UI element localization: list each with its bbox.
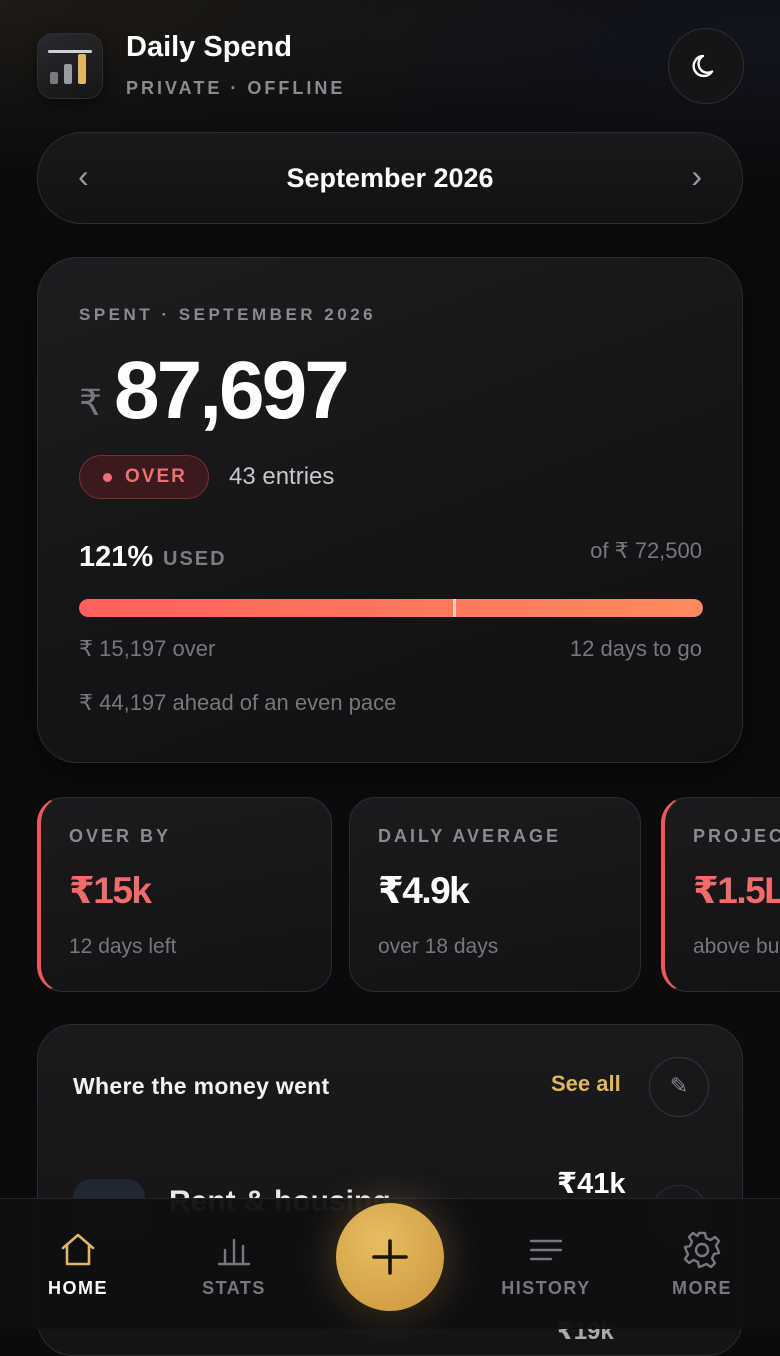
nav-item-more[interactable]: MORE [624,1199,780,1329]
nav-item-history[interactable]: HISTORY [468,1199,624,1329]
stat-subtext: 12 days left [69,935,177,958]
nav-label: STATS [202,1278,266,1298]
app-title: Daily Spend [126,31,292,63]
stat-value: ₹4.9k [378,870,470,911]
pencil-icon: ✎ [669,1073,689,1098]
nav-label: HOME [48,1278,108,1298]
even-pace-marker [453,599,457,617]
budget-percent: 121% [79,541,154,573]
section-title: Where the money went [73,1073,330,1099]
plus-icon [372,1239,408,1275]
list-icon [529,1239,563,1261]
entries-count: 43 entries [229,463,335,490]
nav-item-stats[interactable]: STATS [156,1199,312,1329]
budget-progress-fill [79,599,703,617]
nav-item-home[interactable]: HOME [0,1199,156,1329]
edit-categories-button[interactable]: ✎ [649,1057,709,1117]
category-amount: ₹41k [557,1168,626,1200]
summary-kicker: SPENT · SEPTEMBER 2026 [79,305,377,324]
stat-subtext: over 18 days [378,935,499,958]
currency-symbol: ₹ [79,382,102,423]
stat-label: OVER BY [69,826,172,846]
budget-progress-bar [79,599,703,617]
month-navigator: ‹ September 2026 › [37,132,743,224]
app-logo [37,33,103,99]
over-amount: ₹ 15,197 over [79,636,216,661]
month-label: September 2026 [286,163,494,193]
app-subtitle: PRIVATE · OFFLINE [126,78,346,98]
spent-amount: 87,697 [114,345,350,436]
stat-card-projected[interactable]: PROJECTED ₹1.5L above budget [661,797,780,992]
home-icon [61,1233,95,1266]
status-dot-icon [103,473,112,482]
stat-label: DAILY AVERAGE [378,826,562,846]
status-badge-label: OVER [125,466,187,487]
nav-label: MORE [672,1278,732,1298]
add-entry-button[interactable] [336,1203,444,1311]
days-to-go: 12 days to go [569,636,702,661]
moon-icon [692,54,714,78]
stat-value: ₹15k [69,870,152,911]
pace-note: ₹ 44,197 ahead of an even pace [79,690,397,715]
spend-summary-card: SPENT · SEPTEMBER 2026 ₹ 87,697 OVER 43 … [37,257,743,763]
next-month-button[interactable]: › [691,160,702,192]
status-badge: OVER [79,455,209,499]
stat-card-daily-average[interactable]: DAILY AVERAGE ₹4.9k over 18 days [349,797,641,992]
gear-icon [683,1231,721,1269]
see-all-link[interactable]: See all [551,1071,621,1097]
bar-chart-icon [217,1238,251,1266]
budget-total: of ₹ 72,500 [590,538,702,563]
used-label: USED [163,548,227,570]
nav-label: HISTORY [501,1278,591,1298]
theme-toggle-button[interactable] [668,28,744,104]
stat-card-over-by[interactable]: OVER BY ₹15k 12 days left [37,797,332,992]
stat-subtext: above budget [693,935,780,958]
stat-label: PROJECTED [693,826,780,846]
bar-chart-logo-icon [48,50,92,84]
stat-value: ₹1.5L [693,870,780,911]
